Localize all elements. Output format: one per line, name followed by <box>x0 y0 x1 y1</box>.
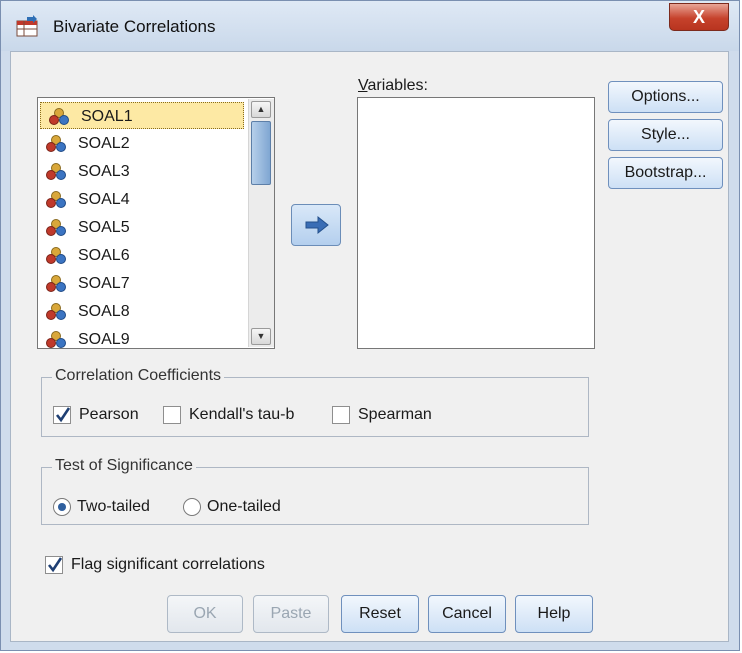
close-icon: X <box>692 7 705 27</box>
variables-label: Variables: <box>358 77 428 94</box>
pearson-checkbox[interactable] <box>53 406 71 424</box>
help-button-label: Help <box>537 605 571 622</box>
arrow-right-icon <box>305 215 329 235</box>
title-bar[interactable]: Bivariate Correlations X <box>1 1 739 51</box>
dialog-window: Bivariate Correlations X SOAL1 SOAL2 SOAL3… <box>0 0 740 651</box>
one-tailed-radio[interactable] <box>183 498 201 516</box>
style-button[interactable]: Style... <box>608 119 723 151</box>
kendall-label: Kendall's tau-b <box>189 406 295 423</box>
list-item[interactable]: SOAL6 <box>38 242 248 269</box>
reset-button-label: Reset <box>359 605 401 622</box>
app-icon <box>16 15 38 37</box>
list-item-label: SOAL5 <box>78 219 130 236</box>
one-tailed-label: One-tailed <box>207 498 281 515</box>
scale-variable-icon <box>46 275 66 293</box>
list-item[interactable]: SOAL5 <box>38 214 248 241</box>
scale-variable-icon <box>46 135 66 153</box>
vertical-scrollbar[interactable]: ▲ ▼ <box>248 99 274 347</box>
ok-button-label: OK <box>193 605 217 622</box>
list-item[interactable]: SOAL7 <box>38 270 248 297</box>
list-item-label: SOAL1 <box>81 108 133 125</box>
cancel-button-label: Cancel <box>442 605 492 622</box>
flag-significant-checkbox[interactable] <box>45 556 63 574</box>
list-item-label: SOAL2 <box>78 135 130 152</box>
two-tailed-label: Two-tailed <box>77 498 150 515</box>
paste-button[interactable]: Paste <box>253 595 329 633</box>
radio-selected-dot <box>58 503 66 511</box>
help-button[interactable]: Help <box>515 595 593 633</box>
two-tailed-radio[interactable] <box>53 498 71 516</box>
list-item[interactable]: SOAL2 <box>38 130 248 157</box>
variables-list[interactable] <box>357 97 595 349</box>
list-item-label: SOAL7 <box>78 275 130 292</box>
checkmark-icon <box>47 557 63 573</box>
window-title: Bivariate Correlations <box>53 17 216 36</box>
list-item-label: SOAL4 <box>78 191 130 208</box>
move-to-variables-button[interactable] <box>291 204 341 246</box>
close-button[interactable]: X <box>669 3 729 31</box>
scroll-thumb[interactable] <box>251 121 271 185</box>
scale-variable-icon <box>46 163 66 181</box>
scale-variable-icon <box>49 108 69 126</box>
bootstrap-button-label: Bootstrap... <box>624 164 707 181</box>
scroll-up-arrow-icon[interactable]: ▲ <box>251 101 271 118</box>
checkmark-icon <box>55 407 71 423</box>
kendall-checkbox[interactable] <box>163 406 181 424</box>
pearson-label: Pearson <box>79 406 139 423</box>
list-item[interactable]: SOAL3 <box>38 158 248 185</box>
list-item[interactable]: SOAL8 <box>38 298 248 325</box>
scale-variable-icon <box>46 191 66 209</box>
options-button-label: Options... <box>631 88 700 105</box>
list-item[interactable]: SOAL9 <box>38 326 248 348</box>
list-item-label: SOAL3 <box>78 163 130 180</box>
ok-button[interactable]: OK <box>167 595 243 633</box>
paste-button-label: Paste <box>270 605 312 622</box>
flag-significant-label: Flag significant correlations <box>71 556 265 573</box>
list-item-label: SOAL8 <box>78 303 130 320</box>
spearman-label: Spearman <box>358 406 432 423</box>
spearman-checkbox[interactable] <box>332 406 350 424</box>
test-of-significance-title: Test of Significance <box>52 457 196 475</box>
bootstrap-button[interactable]: Bootstrap... <box>608 157 723 189</box>
reset-button[interactable]: Reset <box>341 595 419 633</box>
source-variable-list[interactable]: SOAL1 SOAL2 SOAL3 SOAL4 SOAL5 SOAL6 SOAL7 SOAL8… <box>37 97 275 349</box>
options-button[interactable]: Options... <box>608 81 723 113</box>
correlation-coefficients-title: Correlation Coefficients <box>52 367 225 385</box>
scroll-down-arrow-icon[interactable]: ▼ <box>251 328 271 345</box>
style-button-label: Style... <box>641 126 690 143</box>
scale-variable-icon <box>46 247 66 265</box>
list-item[interactable]: SOAL1 <box>40 102 244 129</box>
list-item[interactable]: SOAL4 <box>38 186 248 213</box>
scale-variable-icon <box>46 331 66 348</box>
scale-variable-icon <box>46 303 66 321</box>
list-item-label: SOAL6 <box>78 247 130 264</box>
scale-variable-icon <box>46 219 66 237</box>
cancel-button[interactable]: Cancel <box>428 595 506 633</box>
list-item-label: SOAL9 <box>78 331 130 348</box>
test-of-significance-group: Test of Significance <box>41 457 589 525</box>
